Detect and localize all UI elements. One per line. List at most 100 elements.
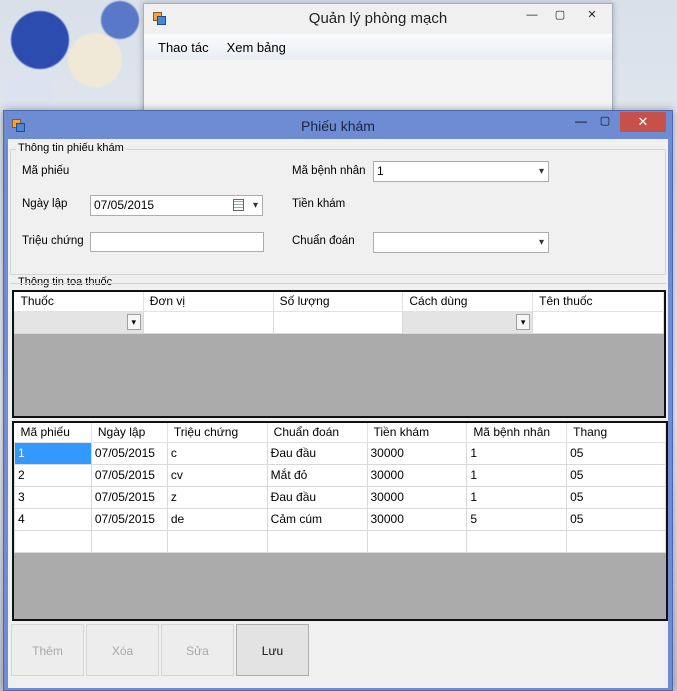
prescription-new-row[interactable]: ▾ ▾ [14,310,664,334]
column-header[interactable]: Mã phiếu [14,423,92,443]
ngay-lap-value: 07/05/2015 [94,198,155,212]
table-cell[interactable]: de [166,507,268,531]
xoa-button[interactable]: Xóa [86,624,159,676]
group-thong-tin-toa-thuoc-title: Thông tin toa thuốc [18,276,113,288]
column-header[interactable]: Số lượng [273,292,404,312]
table-cell[interactable]: 30000 [366,485,468,509]
column-header[interactable]: Tên thuốc [532,292,664,312]
menu-thao-tac[interactable]: Thao tác [158,40,209,55]
table-cell[interactable] [466,529,568,553]
table-cell[interactable]: Đau đầu [266,485,368,509]
records-table: Mã phiếu Ngày lập Triệu chứng Chuẩn đoán… [14,423,666,553]
group-thong-tin-phieu-kham: Thông tin phiếu khám Mã phiếu Ngày lập 0… [10,142,666,275]
them-button[interactable]: Thêm [11,624,84,676]
column-header[interactable]: Đơn vị [143,292,274,312]
table-row[interactable]: 4 07/05/2015 de Cảm cúm 30000 5 05 [14,507,666,531]
dropdown-arrow-icon[interactable]: ▾ [539,235,544,250]
prescription-grid[interactable]: Thuốc Đơn vị Số lượng Cách dùng Tên thuố… [12,290,666,418]
table-row[interactable]: 3 07/05/2015 z Đau đầu 30000 1 05 [14,485,666,509]
column-header[interactable]: Chuẩn đoán [267,423,368,443]
table-cell[interactable]: 1 [466,463,568,487]
chuan-doan-combo[interactable]: ▾ [373,232,549,253]
table-cell[interactable] [566,529,666,553]
table-cell[interactable]: 05 [566,463,666,487]
dropdown-arrow-icon[interactable]: ▾ [126,313,141,330]
table-cell[interactable] [166,529,268,553]
table-cell[interactable]: 5 [466,507,568,531]
group-title: Thông tin phiếu khám [16,142,126,154]
menubar: Thao tác Xem bảng [144,34,612,60]
records-header-row: Mã phiếu Ngày lập Triệu chứng Chuẩn đoán… [14,423,666,443]
column-header[interactable]: Tiền khám [367,423,468,443]
maximize-button[interactable]: ▢ [546,5,574,25]
table-cell[interactable]: 30000 [366,507,468,531]
table-cell[interactable]: 05 [566,441,666,465]
table-cell[interactable] [14,529,92,553]
trieu-chung-input[interactable] [90,232,264,252]
table-cell[interactable]: z [166,485,268,509]
ngay-lap-datepicker[interactable]: 07/05/2015 ▾ [90,195,263,216]
tien-kham-label: Tiền khám [292,198,346,210]
table-cell[interactable]: 07/05/2015 [90,463,168,487]
column-header[interactable]: Thuốc [14,292,144,312]
column-header[interactable]: Thang [566,423,666,443]
table-new-row[interactable] [14,529,666,553]
trieu-chung-label: Triệu chứng [22,235,84,247]
table-cell[interactable]: 30000 [366,463,468,487]
ma-benh-nhan-label: Mã bệnh nhân [292,165,366,177]
prescription-table: Thuốc Đơn vị Số lượng Cách dùng Tên thuố… [14,292,664,334]
table-cell[interactable]: c [166,441,268,465]
table-cell[interactable]: 05 [566,507,666,531]
table-cell[interactable]: cv [166,463,268,487]
table-cell[interactable]: 05 [566,485,666,509]
table-cell[interactable]: 30000 [366,441,468,465]
close-button[interactable]: ✕ [620,112,666,132]
table-cell[interactable] [90,529,168,553]
column-header[interactable]: Ngày lập [91,423,168,443]
table-cell[interactable]: Đau đầu [266,441,368,465]
dropdown-arrow-icon[interactable]: ▾ [253,198,258,213]
column-header[interactable]: Cách dùng [402,292,534,312]
ma-benh-nhan-value: 1 [377,164,384,178]
ten-thuoc-cell[interactable] [532,310,664,334]
menu-xem-bang[interactable]: Xem bảng [227,40,286,55]
table-cell[interactable]: 1 [14,441,92,465]
table-cell[interactable]: 2 [14,463,92,487]
so-luong-cell[interactable] [272,310,404,334]
table-cell[interactable]: 07/05/2015 [90,507,168,531]
chuan-doan-label: Chuẩn đoán [292,235,355,247]
child-titlebar[interactable]: Phiếu khám — ▢ ✕ [4,111,672,139]
cach-dung-cell-combo[interactable]: ▾ [402,310,534,334]
luu-button[interactable]: Lưu [236,624,309,676]
table-row[interactable]: 1 07/05/2015 c Đau đầu 30000 1 05 [14,441,666,465]
minimize-button[interactable]: — [518,5,546,25]
table-cell[interactable]: 07/05/2015 [90,485,168,509]
table-cell[interactable] [266,529,368,553]
table-cell[interactable]: 07/05/2015 [90,441,168,465]
thuoc-cell-combo[interactable]: ▾ [14,310,144,334]
records-grid[interactable]: Mã phiếu Ngày lập Triệu chứng Chuẩn đoán… [12,421,668,621]
group-divider [10,283,666,284]
don-vi-cell[interactable] [142,310,274,334]
table-cell[interactable]: 1 [466,441,568,465]
button-bar: Thêm Xóa Sửa Lưu [11,624,331,678]
column-header[interactable]: Mã bệnh nhân [466,423,568,443]
table-row[interactable]: 2 07/05/2015 cv Mắt đỏ 30000 1 05 [14,463,666,487]
table-cell[interactable]: 4 [14,507,92,531]
prescription-header-row: Thuốc Đơn vị Số lượng Cách dùng Tên thuố… [14,292,664,312]
column-header[interactable]: Triệu chứng [167,423,268,443]
table-cell[interactable]: Mắt đỏ [266,463,368,487]
dropdown-arrow-icon[interactable]: ▾ [516,313,531,330]
minimize-button[interactable]: — [568,112,594,132]
table-cell[interactable]: 3 [14,485,92,509]
ma-benh-nhan-combo[interactable]: 1 ▾ [373,161,549,182]
table-cell[interactable]: 1 [466,485,568,509]
maximize-button[interactable]: ▢ [592,112,618,132]
dropdown-arrow-icon[interactable]: ▾ [539,164,544,179]
table-cell[interactable]: Cảm cúm [266,507,368,531]
main-titlebar[interactable]: Quản lý phòng mạch — ▢ ✕ [144,4,612,34]
sua-button[interactable]: Sửa [161,624,234,676]
close-button[interactable]: ✕ [576,5,608,25]
calendar-icon[interactable] [233,199,244,211]
table-cell[interactable] [366,529,468,553]
